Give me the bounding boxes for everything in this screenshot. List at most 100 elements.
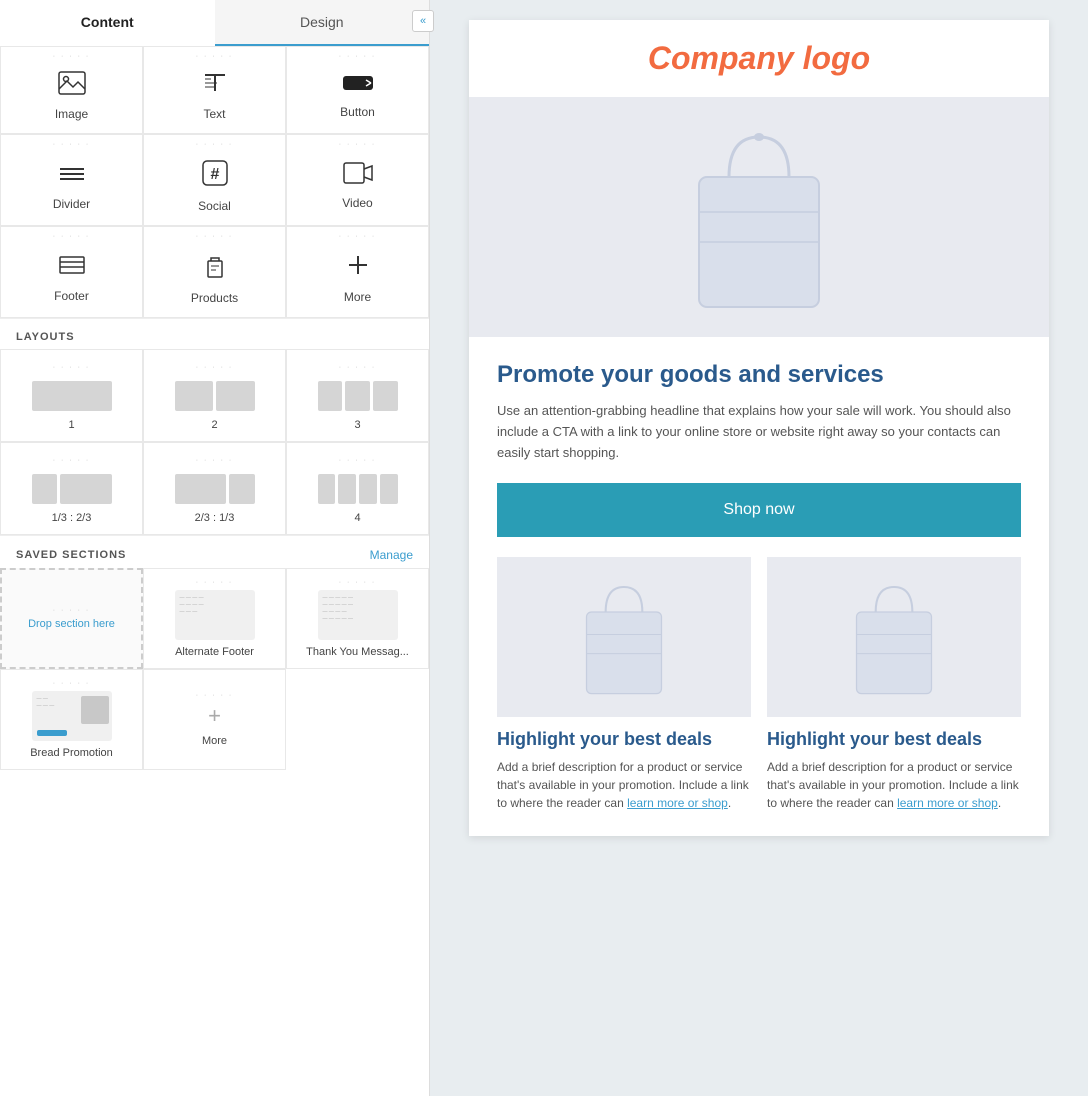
button-icon <box>342 73 374 99</box>
layout-1-3-2-3[interactable]: · · · · · 1/3 : 2/3 <box>0 442 143 535</box>
email-container: Company logo Promote your goods and serv… <box>469 20 1049 836</box>
saved-more-label: More <box>202 735 227 747</box>
svg-text:#: # <box>210 166 219 183</box>
saved-alt-footer-label: Alternate Footer <box>175 646 254 658</box>
layout-thirds-left-preview <box>32 474 112 504</box>
layout-2-3-1-3[interactable]: · · · · · 2/3 : 1/3 <box>143 442 286 535</box>
product-bag-1-svg <box>574 572 674 702</box>
layout-dots: · · · · · <box>53 364 90 371</box>
tab-design[interactable]: Design <box>215 0 430 44</box>
block-image-label: Image <box>55 107 88 121</box>
block-divider[interactable]: · · · · · Divider <box>0 134 143 226</box>
layout-thirds-right-label: 2/3 : 1/3 <box>195 512 235 524</box>
block-social-label: Social <box>198 199 231 213</box>
block-more-label: More <box>344 290 371 304</box>
block-button[interactable]: · · · · · Button <box>286 46 429 134</box>
block-text[interactable]: · · · · · Text <box>143 46 286 134</box>
product-bag-2-svg <box>844 572 944 702</box>
saved-dots: · · · · · <box>53 607 90 614</box>
company-logo: Company logo <box>489 40 1029 77</box>
layouts-label: LAYOUTS <box>0 319 429 349</box>
video-icon <box>343 162 373 190</box>
social-icon: # <box>201 159 229 193</box>
layout-dots: · · · · · <box>339 457 376 464</box>
block-products[interactable]: · · · · · Products <box>143 226 286 318</box>
product-card-1: Highlight your best deals Add a brief de… <box>497 557 751 812</box>
block-footer[interactable]: · · · · · Footer <box>0 226 143 318</box>
saved-alt-footer-preview: — — — —— — — —— — — <box>175 590 255 640</box>
product-desc-1: Add a brief description for a product or… <box>497 758 751 812</box>
saved-bread-promo-label: Bread Promotion <box>30 747 113 759</box>
hero-bag-svg <box>679 117 839 317</box>
shop-now-button[interactable]: Shop now <box>497 483 1021 537</box>
block-dots: · · · · · <box>53 233 90 240</box>
footer-icon <box>58 253 86 283</box>
email-hero-image <box>469 97 1049 337</box>
email-header: Company logo <box>469 20 1049 97</box>
layout-2-preview <box>175 381 255 411</box>
saved-dots: · · · · · <box>196 692 233 699</box>
saved-drop-section[interactable]: · · · · · Drop section here <box>0 568 143 669</box>
block-more[interactable]: · · · · · More <box>286 226 429 318</box>
blocks-grid: · · · · · Image · · · · · Text · · · · ·… <box>0 46 429 319</box>
manage-link[interactable]: Manage <box>370 548 413 562</box>
layout-1-preview <box>32 381 112 411</box>
left-panel: Content Design · · · · · Image · · · · ·… <box>0 0 430 1096</box>
product-image-1 <box>497 557 751 717</box>
block-products-label: Products <box>191 291 238 305</box>
layout-dots: · · · · · <box>53 457 90 464</box>
block-divider-label: Divider <box>53 197 90 211</box>
products-icon <box>201 251 229 285</box>
block-video[interactable]: · · · · · Video <box>286 134 429 226</box>
layout-4[interactable]: · · · · · 4 <box>286 442 429 535</box>
product-link-1[interactable]: learn more or shop <box>627 796 728 810</box>
layout-4-label: 4 <box>354 512 360 524</box>
layout-dots: · · · · · <box>339 364 376 371</box>
product-link-2[interactable]: learn more or shop <box>897 796 998 810</box>
saved-more[interactable]: · · · · · + More <box>143 669 286 770</box>
divider-icon <box>58 161 86 191</box>
block-footer-label: Footer <box>54 289 89 303</box>
block-dots: · · · · · <box>53 53 90 60</box>
tabs: Content Design <box>0 0 429 46</box>
layout-3[interactable]: · · · · · 3 <box>286 349 429 442</box>
collapse-panel-button[interactable]: « <box>412 10 434 32</box>
block-video-label: Video <box>342 196 372 210</box>
product-image-2 <box>767 557 1021 717</box>
layout-dots: · · · · · <box>196 364 233 371</box>
block-social[interactable]: · · · · · # Social <box>143 134 286 226</box>
layout-2[interactable]: · · · · · 2 <box>143 349 286 442</box>
layout-thirds-left-label: 1/3 : 2/3 <box>52 512 92 524</box>
block-dots: · · · · · <box>196 141 233 148</box>
layout-thirds-right-preview <box>175 474 255 504</box>
saved-thank-you-preview: — — — — —— — — — —— — — —— — — — — <box>318 590 398 640</box>
saved-thank-you-label: Thank You Messag... <box>306 646 409 658</box>
saved-sections-header: SAVED SECTIONS Manage <box>0 536 429 568</box>
layout-2-label: 2 <box>211 419 217 431</box>
block-dots: · · · · · <box>339 141 376 148</box>
block-image[interactable]: · · · · · Image <box>0 46 143 134</box>
products-row: Highlight your best deals Add a brief de… <box>497 557 1021 812</box>
saved-thank-you[interactable]: · · · · · — — — — —— — — — —— — — —— — —… <box>286 568 429 669</box>
layout-1-label: 1 <box>68 419 74 431</box>
block-dots: · · · · · <box>196 53 233 60</box>
tab-content[interactable]: Content <box>0 0 215 46</box>
block-text-label: Text <box>203 107 225 121</box>
more-icon <box>345 252 371 284</box>
saved-dots: · · · · · <box>339 579 376 586</box>
product-card-2: Highlight your best deals Add a brief de… <box>767 557 1021 812</box>
layout-3-preview <box>318 381 398 411</box>
email-content: Promote your goods and services Use an a… <box>469 337 1049 836</box>
saved-bread-promo-preview: — —— — — <box>32 691 112 741</box>
product-title-2: Highlight your best deals <box>767 729 1021 750</box>
block-dots: · · · · · <box>196 233 233 240</box>
block-dots: · · · · · <box>53 141 90 148</box>
layout-4-preview <box>318 474 398 504</box>
layout-1[interactable]: · · · · · 1 <box>0 349 143 442</box>
saved-alt-footer[interactable]: · · · · · — — — —— — — —— — — Alternate … <box>143 568 286 669</box>
text-icon <box>201 71 229 101</box>
block-dots: · · · · · <box>339 53 376 60</box>
saved-more-plus-icon: + <box>208 703 221 729</box>
saved-bread-promo[interactable]: · · · · · — —— — — Bread Promotion <box>0 669 143 770</box>
email-body-text: Use an attention-grabbing headline that … <box>497 401 1021 463</box>
